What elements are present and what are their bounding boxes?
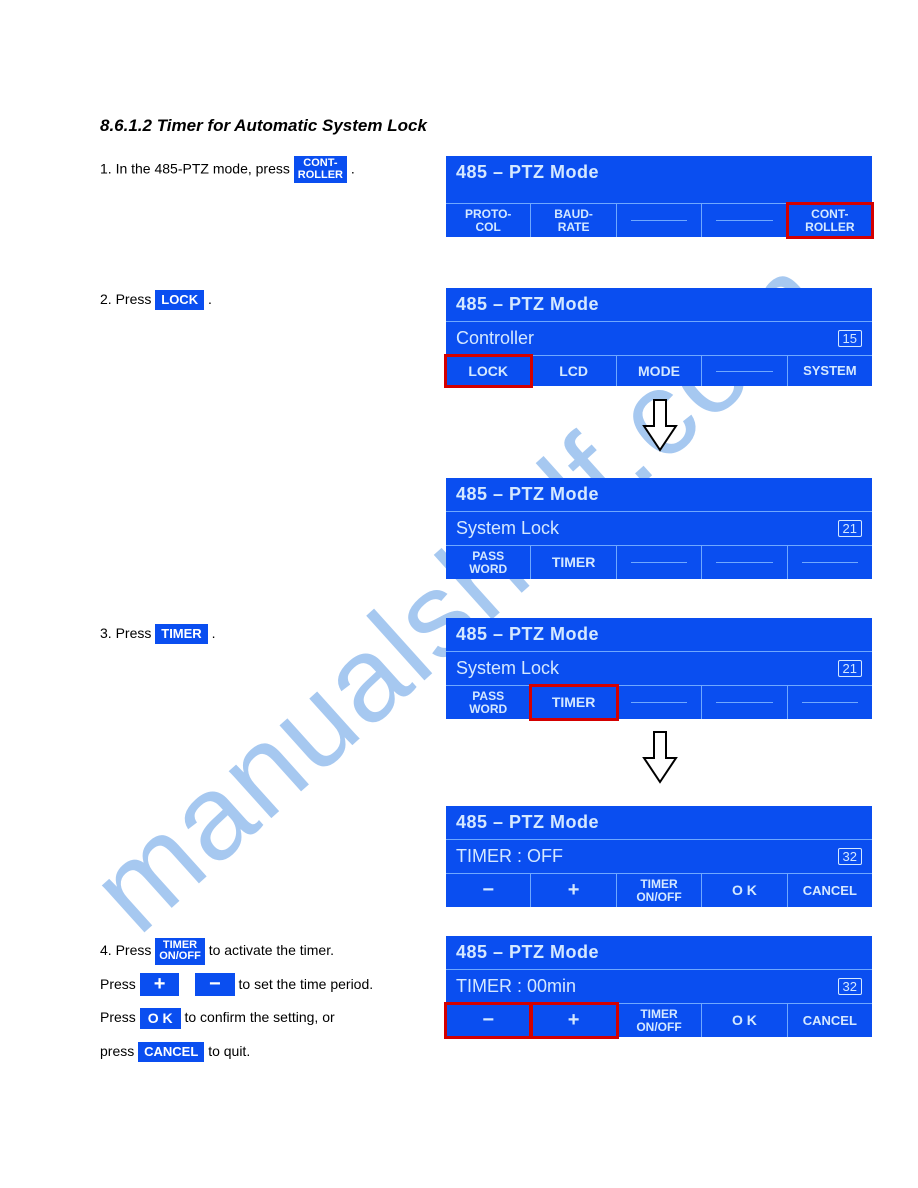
lcd-screen-6: 485 – PTZ Mode TIMER : 00min 32 − + TIME…: [446, 936, 872, 1037]
lcd-cell-empty: [617, 204, 702, 237]
step4-line3b: to confirm the setting, or: [184, 1009, 334, 1025]
timer-onoff-button-label: TIMER ON/OFF: [155, 938, 205, 965]
lcd-cell-ok[interactable]: O K: [702, 1004, 787, 1037]
step4: 4. Press TIMER ON/OFF to activate the ti…: [100, 934, 440, 1068]
lcd-title: 485 – PTZ Mode: [446, 478, 872, 512]
lcd-badge: 21: [838, 520, 862, 537]
lcd-cell-minus[interactable]: −: [446, 874, 531, 907]
step4-line4a: press: [100, 1043, 138, 1059]
lcd-cell-empty: [617, 686, 702, 719]
lcd-cell-timer[interactable]: TIMER: [531, 686, 616, 719]
lcd-badge: 32: [838, 978, 862, 995]
step4-line2b: to set the time period.: [239, 976, 374, 992]
step4-line3a: Press: [100, 1009, 140, 1025]
minus-button-label: −: [195, 973, 235, 996]
step4-line1a: 4. Press: [100, 942, 155, 958]
lcd-cell-empty: [788, 686, 872, 719]
lcd-cell-plus[interactable]: +: [531, 1004, 616, 1037]
lcd-subtitle: System Lock 21: [446, 512, 872, 546]
lcd-cell-password[interactable]: PASS WORD: [446, 686, 531, 719]
lcd-cell-timer[interactable]: TIMER: [531, 546, 616, 579]
lcd-title: 485 – PTZ Mode: [446, 806, 872, 840]
cancel-button-label: CANCEL: [138, 1042, 204, 1062]
lcd-screen-1: 485 – PTZ Mode PROTO- COL BAUD- RATE CON…: [446, 156, 872, 237]
lcd-subtitle: TIMER : OFF 32: [446, 840, 872, 874]
lcd-screen-3: 485 – PTZ Mode System Lock 21 PASS WORD …: [446, 478, 872, 579]
lcd-cell-plus[interactable]: +: [531, 874, 616, 907]
lcd-badge: 21: [838, 660, 862, 677]
timer-button-label: TIMER: [155, 624, 207, 644]
lcd-cell-lock[interactable]: LOCK: [446, 356, 531, 386]
lcd-cell-empty: [702, 686, 787, 719]
step1-prefix: 1. In the 485-PTZ mode, press: [100, 160, 294, 176]
lcd-cell-protocol[interactable]: PROTO- COL: [446, 204, 531, 237]
step3: 3. Press TIMER .: [100, 624, 430, 644]
lcd-subtitle-text: TIMER : 00min: [456, 976, 576, 997]
lcd-subtitle-text: System Lock: [456, 518, 559, 539]
lcd-screen-2: 485 – PTZ Mode Controller 15 LOCK LCD MO…: [446, 288, 872, 386]
lcd-title: 485 – PTZ Mode: [446, 936, 872, 970]
lcd-cell-minus[interactable]: −: [446, 1004, 531, 1037]
step3-suffix: .: [212, 625, 216, 641]
lcd-cell-empty: [788, 546, 872, 579]
step4-line1b: to activate the timer.: [209, 942, 334, 958]
step3-prefix: 3. Press: [100, 625, 155, 641]
lcd-subtitle: TIMER : 00min 32: [446, 970, 872, 1004]
section-heading: 8.6.1.2 Timer for Automatic System Lock: [100, 116, 427, 136]
ok-button-label: O K: [140, 1008, 181, 1029]
arrow-down-icon: [640, 730, 680, 784]
lcd-cell-timer-onoff[interactable]: TIMER ON/OFF: [617, 874, 702, 907]
lcd-subtitle: System Lock 21: [446, 652, 872, 686]
lock-button-label: LOCK: [155, 290, 204, 310]
step2: 2. Press LOCK .: [100, 290, 430, 310]
step1-suffix: .: [351, 160, 355, 176]
lcd-cell-controller[interactable]: CONT- ROLLER: [788, 204, 872, 237]
lcd-cell-timer-onoff[interactable]: TIMER ON/OFF: [617, 1004, 702, 1037]
lcd-cell-empty: [617, 546, 702, 579]
lcd-cell-empty: [702, 356, 787, 386]
lcd-screen-4: 485 – PTZ Mode System Lock 21 PASS WORD …: [446, 618, 872, 719]
step4-line2a: Press: [100, 976, 140, 992]
lcd-screen-5: 485 – PTZ Mode TIMER : OFF 32 − + TIMER …: [446, 806, 872, 907]
lcd-subtitle: Controller 15: [446, 322, 872, 356]
controller-button-label: CONT- ROLLER: [294, 156, 347, 183]
lcd-cell-cancel[interactable]: CANCEL: [788, 1004, 872, 1037]
lcd-subtitle-text: TIMER : OFF: [456, 846, 563, 867]
lcd-cell-ok[interactable]: O K: [702, 874, 787, 907]
lcd-cell-baudrate[interactable]: BAUD- RATE: [531, 204, 616, 237]
lcd-cell-mode[interactable]: MODE: [617, 356, 702, 386]
lcd-title: 485 – PTZ Mode: [446, 618, 872, 652]
lcd-cell-cancel[interactable]: CANCEL: [788, 874, 872, 907]
lcd-cell-system[interactable]: SYSTEM: [788, 356, 872, 386]
step4-line4b: to quit.: [208, 1043, 250, 1059]
lcd-cell-lcd[interactable]: LCD: [531, 356, 616, 386]
lcd-subtitle-text: Controller: [456, 328, 534, 349]
plus-button-label: +: [140, 973, 180, 996]
arrow-down-icon: [640, 398, 680, 452]
step2-prefix: 2. Press: [100, 291, 155, 307]
lcd-subtitle-text: System Lock: [456, 658, 559, 679]
lcd-title: 485 – PTZ Mode: [446, 288, 872, 322]
lcd-badge: 32: [838, 848, 862, 865]
lcd-cell-empty: [702, 546, 787, 579]
lcd-cell-empty: [702, 204, 787, 237]
step1: 1. In the 485-PTZ mode, press CONT- ROLL…: [100, 156, 430, 183]
lcd-cell-password[interactable]: PASS WORD: [446, 546, 531, 579]
step2-suffix: .: [208, 291, 212, 307]
lcd-badge: 15: [838, 330, 862, 347]
lcd-title: 485 – PTZ Mode: [446, 156, 872, 204]
